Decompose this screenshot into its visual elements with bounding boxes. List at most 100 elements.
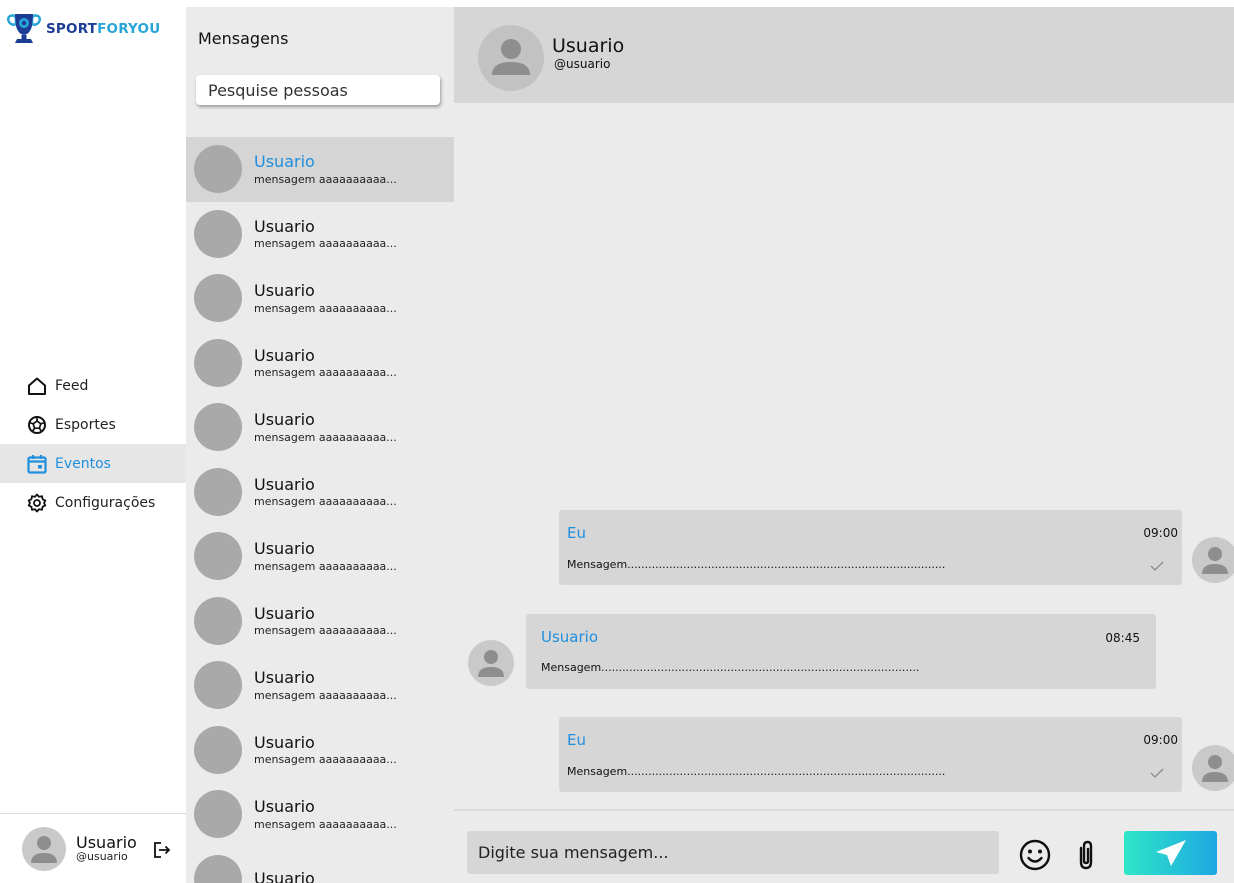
conversation-item[interactable]: Usuario mensagem aaaaaaaaaa...	[186, 524, 454, 589]
conversation-name: Usuario	[254, 797, 315, 817]
conversation-item[interactable]: Usuario mensagem aaaaaaaaaa...	[186, 718, 454, 783]
avatar[interactable]	[22, 826, 66, 871]
conversation-text: Usuario	[254, 868, 315, 883]
conversation-name: Usuario	[254, 474, 315, 494]
current-user-handle: @usuario	[76, 850, 128, 864]
message-sender: Usuario	[541, 628, 599, 646]
message-text: Mensagem................................…	[541, 661, 920, 674]
avatar	[194, 661, 242, 710]
conversation-text: Usuario mensagem aaaaaaaaaa...	[254, 732, 397, 768]
nav-item-eventos[interactable]: Eventos	[0, 444, 186, 483]
paperclip-icon[interactable]	[1072, 838, 1100, 872]
conversation-item[interactable]: Usuario mensagem aaaaaaaaaa...	[186, 782, 454, 847]
conversation-name: Usuario	[254, 732, 315, 752]
conversation-text: Usuario mensagem aaaaaaaaaa...	[254, 151, 397, 187]
message-time: 08:45	[1105, 631, 1140, 645]
conversation-panel: Mensagens Pesquise pessoas Usuario mensag…	[186, 7, 454, 883]
brand-logo[interactable]: SPORTFORYOU	[6, 12, 160, 46]
gear-icon	[27, 493, 47, 512]
avatar	[194, 790, 242, 839]
conversation-preview: mensagem aaaaaaaaaa...	[254, 301, 397, 315]
check-icon	[1150, 768, 1164, 778]
conversation-item[interactable]: Usuario mensagem aaaaaaaaaa...	[186, 202, 454, 267]
conversation-name: Usuario	[254, 152, 315, 172]
brand-name: SPORTFORYOU	[46, 21, 160, 37]
logout-icon[interactable]	[152, 840, 172, 860]
nav-item-label: Configurações	[55, 494, 156, 511]
conversation-text: Usuario mensagem aaaaaaaaaa...	[254, 216, 397, 252]
conversation-text: Usuario mensagem aaaaaaaaaa...	[254, 603, 397, 639]
avatar	[194, 209, 242, 258]
conversation-text: Usuario mensagem aaaaaaaaaa...	[254, 538, 397, 574]
conversation-text: Usuario mensagem aaaaaaaaaa...	[254, 474, 397, 510]
message-bubble-sent: Eu 09:00 Mensagem.......................…	[559, 510, 1182, 585]
brand-name-part2: FORYOU	[97, 21, 161, 37]
message-time: 09:00	[1143, 526, 1178, 540]
avatar	[194, 532, 242, 581]
conversation-preview: mensagem aaaaaaaaaa...	[254, 430, 397, 444]
conversation-item[interactable]: Usuario mensagem aaaaaaaaaa...	[186, 266, 454, 331]
message-bubble-received: Usuario 08:45 Mensagem..................…	[526, 614, 1156, 689]
nav-item-label: Eventos	[55, 455, 111, 472]
chat-contact-name: Usuario	[552, 35, 625, 57]
conversation-text: Usuario mensagem aaaaaaaaaa...	[254, 796, 397, 832]
conversation-item[interactable]: Usuario mensagem aaaaaaaaaa...	[186, 395, 454, 460]
send-icon	[1155, 840, 1186, 866]
message-time: 09:00	[1143, 733, 1178, 747]
conversation-item[interactable]: Usuario mensagem aaaaaaaaaa...	[186, 653, 454, 718]
avatar[interactable]	[1192, 537, 1234, 583]
left-navigation: SPORTFORYOU Feed Esportes Eventos Config…	[0, 0, 186, 883]
conversation-name: Usuario	[254, 216, 315, 236]
conversation-preview: mensagem aaaaaaaaaa...	[254, 624, 397, 638]
message-input[interactable]: Digite sua mensagem...	[467, 831, 999, 874]
conversation-item[interactable]: Usuario	[186, 847, 454, 883]
check-icon	[1150, 561, 1164, 571]
brand-name-part1: SPORT	[46, 21, 98, 37]
conversation-preview: mensagem aaaaaaaaaa...	[254, 366, 397, 380]
nav-menu: Feed Esportes Eventos Configurações	[0, 366, 186, 522]
avatar	[194, 403, 242, 452]
nav-item-esportes[interactable]: Esportes	[0, 405, 186, 444]
avatar[interactable]	[478, 25, 544, 91]
chat-contact-handle: @usuario	[554, 57, 611, 71]
ball-icon	[28, 415, 46, 434]
calendar-icon	[27, 454, 47, 474]
nav-item-configuracoes[interactable]: Configurações	[0, 483, 186, 522]
conversation-preview: mensagem aaaaaaaaaa...	[254, 237, 397, 251]
avatar	[194, 854, 242, 883]
emoji-icon[interactable]	[1018, 838, 1052, 872]
conversation-list: Usuario mensagem aaaaaaaaaa... Usuario men…	[186, 137, 454, 883]
avatar	[194, 467, 242, 516]
message-text: Mensagem................................…	[567, 765, 946, 778]
conversation-preview: mensagem aaaaaaaaaa...	[254, 688, 397, 702]
nav-item-label: Esportes	[55, 416, 116, 433]
search-people-input[interactable]: Pesquise pessoas	[196, 75, 440, 105]
trophy-icon	[6, 14, 42, 43]
conversation-name: Usuario	[254, 868, 315, 883]
message-text: Mensagem................................…	[567, 558, 946, 571]
conversation-item[interactable]: Usuario mensagem aaaaaaaaaa...	[186, 589, 454, 654]
avatar	[194, 145, 242, 194]
send-button[interactable]	[1124, 831, 1217, 875]
conversation-name: Usuario	[254, 668, 315, 688]
avatar	[194, 596, 242, 645]
avatar[interactable]	[1192, 745, 1234, 791]
current-user-info: Usuario @usuario	[76, 834, 137, 864]
home-icon	[28, 377, 46, 395]
chat-panel: Usuario @usuario Eu 09:00 Mensagem......…	[454, 7, 1234, 883]
avatar[interactable]	[468, 640, 514, 686]
conversation-name: Usuario	[254, 345, 315, 365]
conversation-text: Usuario mensagem aaaaaaaaaa...	[254, 667, 397, 703]
conversation-item[interactable]: Usuario mensagem aaaaaaaaaa...	[186, 460, 454, 525]
conversation-name: Usuario	[254, 603, 315, 623]
message-bubble-sent: Eu 09:00 Mensagem.......................…	[559, 717, 1182, 792]
nav-item-feed[interactable]: Feed	[0, 366, 186, 405]
conversation-name: Usuario	[254, 539, 315, 559]
nav-item-label: Feed	[55, 377, 89, 394]
current-user-panel: Usuario @usuario	[0, 813, 186, 883]
conversation-text: Usuario mensagem aaaaaaaaaa...	[254, 345, 397, 381]
current-user-name: Usuario	[76, 832, 137, 852]
avatar	[194, 274, 242, 323]
conversation-item[interactable]: Usuario mensagem aaaaaaaaaa...	[186, 331, 454, 396]
conversation-item[interactable]: Usuario mensagem aaaaaaaaaa...	[186, 137, 454, 202]
